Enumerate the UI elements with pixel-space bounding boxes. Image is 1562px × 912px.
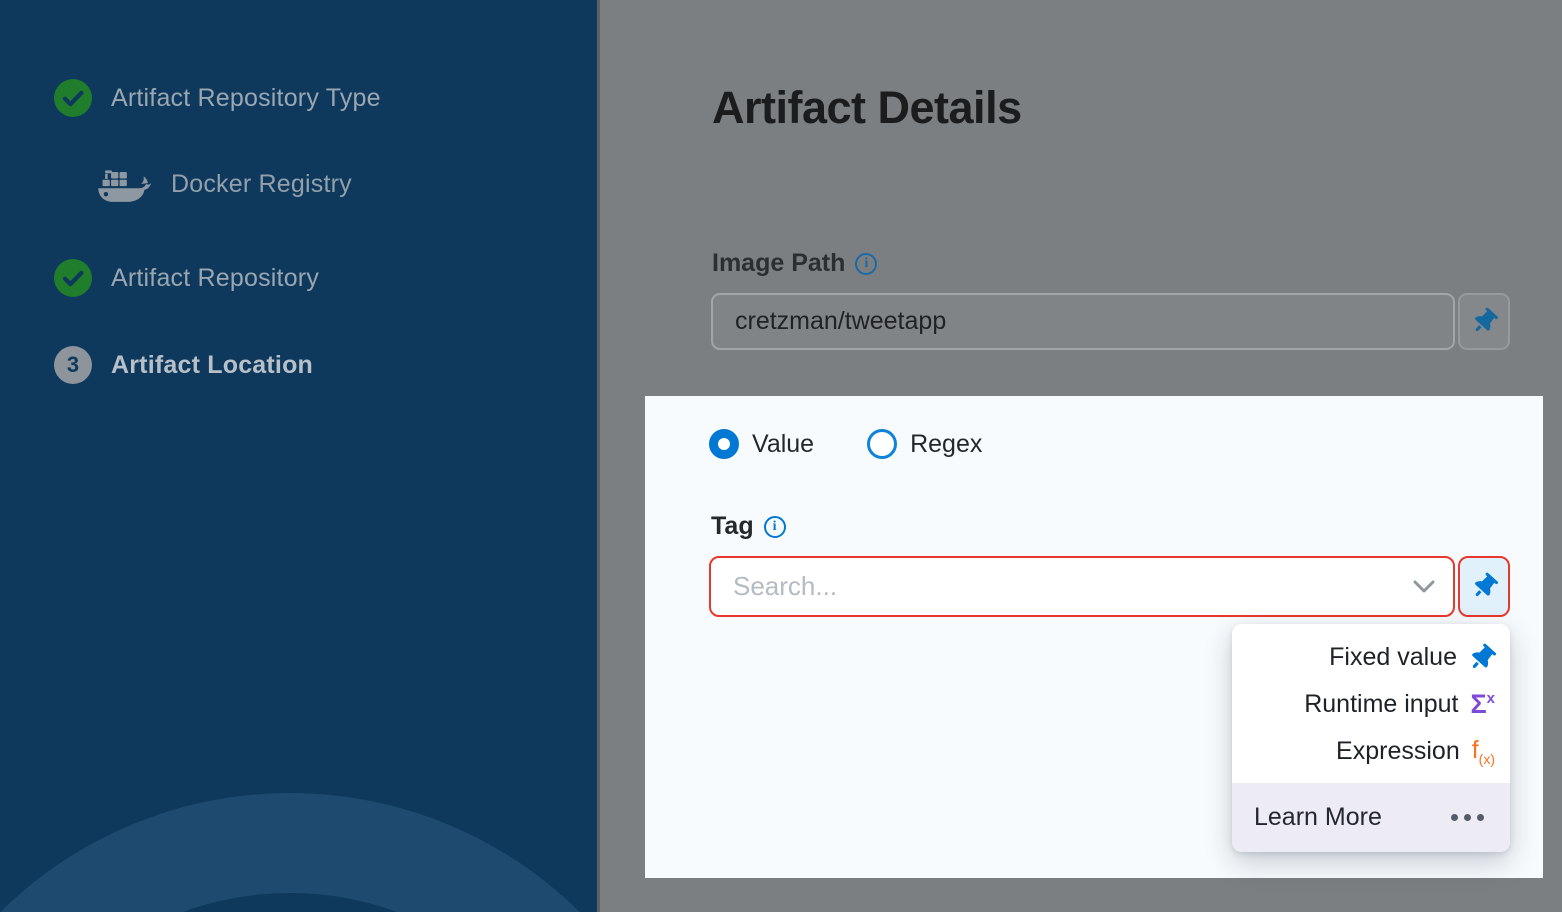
tag-label-row: Tag i [711,512,786,541]
image-path-field-group [711,293,1510,350]
radio-value-label[interactable]: Value [752,430,814,459]
sidebar-decorative-arc [0,0,600,912]
step-label: Docker Registry [171,170,352,199]
radio-value[interactable] [709,429,739,459]
sidebar-step-artifact-repository-type[interactable]: Artifact Repository Type [54,76,381,120]
pin-icon [1466,304,1501,339]
learn-more-link[interactable]: Learn More [1254,803,1382,832]
tag-label: Tag [711,512,754,541]
tag-search-input[interactable] [709,556,1455,617]
check-circle-icon [54,79,92,117]
menu-item-runtime-input[interactable]: Runtime input Σx [1232,681,1510,728]
sidebar-substep-docker-registry[interactable]: Docker Registry [94,162,352,206]
step-label: Artifact Repository [111,264,319,293]
image-path-input[interactable] [711,293,1455,350]
sigma-x-icon: Σx [1470,691,1495,718]
menu-item-expression[interactable]: Expression f(x) [1232,728,1510,775]
artifact-wizard-screen: Artifact Repository Type Docker Re [0,0,1562,912]
wizard-steps-sidebar: Artifact Repository Type Docker Re [0,0,600,912]
step-number-badge: 3 [54,346,92,384]
more-options-icon[interactable] [1451,814,1484,821]
check-circle-icon [54,259,92,297]
menu-item-label: Fixed value [1329,643,1457,672]
docker-whale-icon [94,161,152,207]
value-type-menu-footer: Learn More [1232,783,1510,852]
sidebar-step-artifact-repository[interactable]: Artifact Repository [54,256,319,300]
value-type-menu-items: Fixed value Runtime input Σx Expression … [1232,624,1510,783]
image-path-value-type-button[interactable] [1458,293,1510,350]
fx-icon: f(x) [1472,738,1495,766]
tag-type-radio-group: Value Regex [709,429,982,459]
menu-item-fixed-value[interactable]: Fixed value [1232,634,1510,681]
pin-icon [1466,569,1501,604]
sidebar-step-artifact-location[interactable]: 3 Artifact Location [54,343,313,387]
menu-item-label: Runtime input [1304,690,1458,719]
image-path-label: Image Path [712,249,845,278]
page-title: Artifact Details [712,82,1022,134]
info-icon[interactable]: i [855,253,877,275]
step-label: Artifact Location [111,351,313,380]
image-path-label-row: Image Path i [712,249,877,278]
pin-icon [1464,639,1501,676]
menu-item-label: Expression [1336,737,1460,766]
tag-value-type-button[interactable] [1458,556,1510,617]
chevron-down-icon[interactable] [1413,580,1435,594]
info-icon[interactable]: i [764,516,786,538]
value-type-menu: Fixed value Runtime input Σx Expression … [1232,624,1510,852]
radio-regex-label[interactable]: Regex [910,430,982,459]
step-label: Artifact Repository Type [111,84,381,113]
radio-regex[interactable] [867,429,897,459]
tag-field-group [709,556,1510,617]
